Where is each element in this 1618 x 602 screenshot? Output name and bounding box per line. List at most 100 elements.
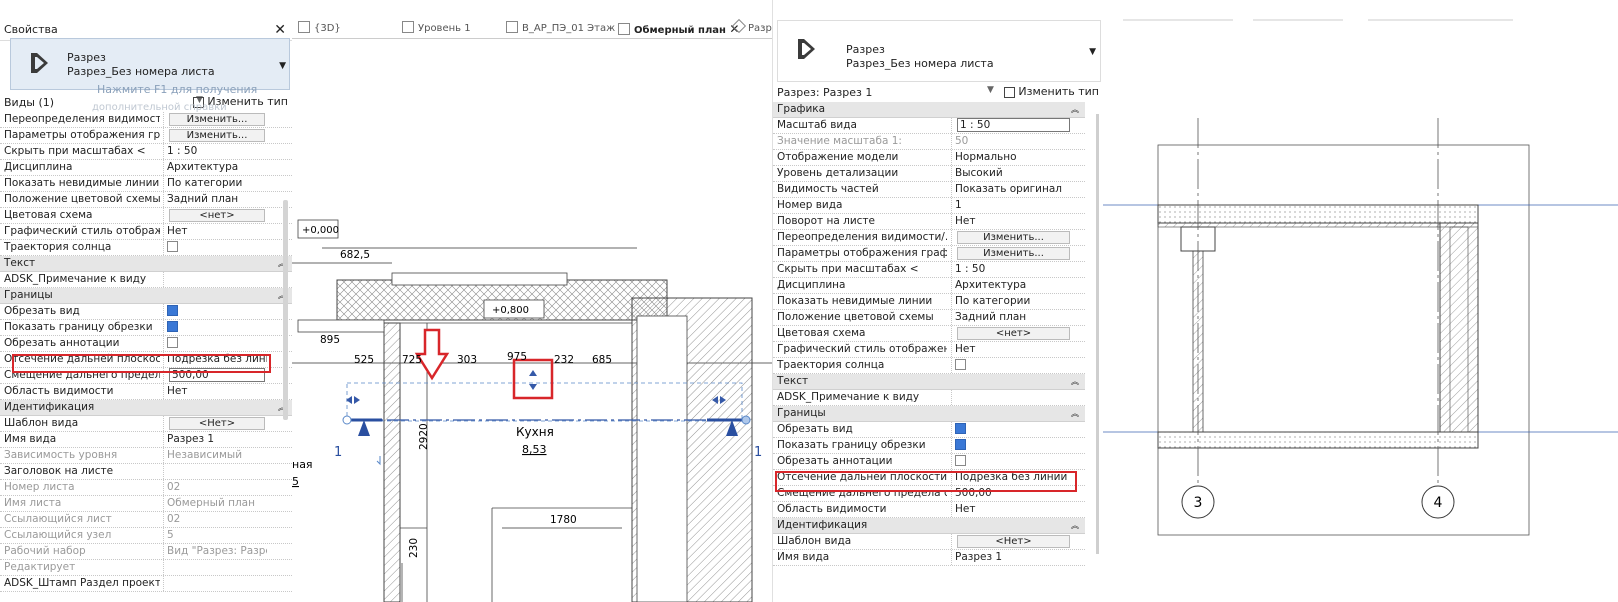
tab-level-1[interactable]: Уровень 1 <box>402 20 471 38</box>
tab-survey-plan[interactable]: Обмерный план ✕ <box>618 20 739 38</box>
property-row: Имя листа Обмерный план <box>0 496 292 512</box>
property-value[interactable] <box>163 576 267 591</box>
section-mark-left: 1 <box>334 445 342 460</box>
property-name: Уровень детализации <box>777 167 899 179</box>
property-value[interactable]: 02 <box>163 512 267 527</box>
category-header[interactable]: Границы ︽ <box>773 406 1085 422</box>
property-value[interactable]: По категории <box>951 294 1072 309</box>
panel-scrollbar[interactable] <box>1096 114 1099 554</box>
property-value[interactable]: Задний план <box>163 192 267 207</box>
property-value[interactable]: Разрез 1 <box>951 550 1072 565</box>
property-value[interactable]: 02 <box>163 480 267 495</box>
property-edit-button[interactable]: <Нет> <box>169 417 265 430</box>
type-selector[interactable]: Разрез Разрез_Без номера листа Нажмите F… <box>10 38 290 96</box>
tab-section[interactable]: Разр <box>731 18 772 38</box>
property-row: Ссылающийся лист 02 <box>0 512 292 528</box>
property-value[interactable]: Нет <box>951 502 1072 517</box>
property-checkbox[interactable] <box>955 454 966 466</box>
section-view-canvas[interactable]: 3 4 <box>1103 0 1618 602</box>
tab-floor-plan[interactable]: В_АР_ПЭ_01 Этаж <box>506 20 615 38</box>
section-end-grip[interactable] <box>342 415 352 425</box>
property-edit-button[interactable]: Изменить... <box>957 247 1070 260</box>
tab-3d[interactable]: {3D} <box>298 20 341 38</box>
property-value[interactable]: Нет <box>163 224 267 239</box>
property-edit-button[interactable]: <Нет> <box>957 535 1070 548</box>
property-value[interactable]: Нет <box>163 384 267 399</box>
property-row: Параметры отображения граф... Изменить... <box>0 128 292 144</box>
property-value[interactable]: Высокий <box>951 166 1072 181</box>
property-checkbox[interactable] <box>167 336 178 348</box>
property-value[interactable]: Нормально <box>951 150 1072 165</box>
property-value[interactable]: 50 <box>951 134 1072 149</box>
property-name: Переопределения видимости/... <box>4 113 160 125</box>
category-header[interactable]: Текст ︽ <box>0 256 292 272</box>
property-edit-button[interactable]: <нет> <box>957 327 1070 340</box>
chevron-down-icon[interactable]: ▼ <box>1089 47 1096 57</box>
chevron-down-icon[interactable]: ▼ <box>987 85 994 95</box>
edit-type-button[interactable]: Изменить тип <box>1004 85 1099 98</box>
property-value[interactable]: 1 : 50 <box>163 144 267 159</box>
property-edit-button[interactable]: Изменить... <box>957 231 1070 244</box>
section-end-grip[interactable] <box>741 415 751 425</box>
properties-title: Свойства <box>4 23 58 36</box>
property-value[interactable]: Вид "Разрез: Разрез 1" <box>163 544 267 559</box>
property-edit-button[interactable]: <нет> <box>169 209 265 222</box>
dim-303: 303 <box>457 354 477 366</box>
property-edit-button[interactable]: Изменить... <box>169 129 265 142</box>
views-filter[interactable]: Виды (1) <box>4 96 54 109</box>
property-value[interactable]: Обмерный план <box>163 496 267 511</box>
property-value[interactable]: 1 <box>951 198 1072 213</box>
property-value[interactable]: По категории <box>163 176 267 191</box>
property-input[interactable]: 1 : 50 <box>957 118 1070 132</box>
property-value[interactable]: Показать оригинал <box>951 182 1072 197</box>
property-name: Область видимости <box>4 385 114 397</box>
category-header[interactable]: Границы ︽ <box>0 288 292 304</box>
close-icon[interactable]: ✕ <box>274 20 286 40</box>
category-header[interactable]: Текст ︽ <box>773 374 1085 390</box>
views-filter[interactable]: Разрез: Разрез 1 <box>777 86 872 99</box>
property-name: Цветовая схема <box>777 327 866 339</box>
property-value[interactable]: Архитектура <box>951 278 1072 293</box>
collapse-icon[interactable]: ︽ <box>1071 518 1079 533</box>
property-value[interactable]: Нет <box>951 342 1072 357</box>
panel-scrollbar[interactable] <box>283 200 288 420</box>
property-value: Изменить... <box>951 246 1072 261</box>
property-value[interactable] <box>951 390 1072 405</box>
property-value[interactable] <box>163 560 267 575</box>
collapse-icon[interactable]: ︽ <box>1071 374 1079 389</box>
property-row: Переопределения видимости/... Изменить... <box>773 230 1085 246</box>
property-checkbox[interactable] <box>955 422 966 434</box>
chevron-down-icon[interactable]: ▼ <box>279 61 286 71</box>
property-row: Обрезать аннотации <box>0 336 292 352</box>
property-checkbox[interactable] <box>955 438 966 450</box>
property-edit-button[interactable]: Изменить... <box>169 113 265 126</box>
flip-arrow-icon[interactable] <box>346 396 360 404</box>
property-checkbox[interactable] <box>167 240 178 252</box>
property-value[interactable]: Разрез 1 <box>163 432 267 447</box>
property-value[interactable]: Задний план <box>951 310 1072 325</box>
properties-grid-right: Графика ︽ Масштаб вида 1 : 50 Значение масшт… <box>773 102 1085 566</box>
category-header[interactable]: Идентификация ︽ <box>773 518 1085 534</box>
property-name: Ссылающийся лист <box>4 513 112 525</box>
category-header[interactable]: Идентификация ︽ <box>0 400 292 416</box>
property-row: Скрыть при масштабах < 1 : 50 <box>773 262 1085 278</box>
type-selector[interactable]: Разрез Разрез_Без номера листа ▼ <box>777 20 1101 82</box>
property-name: Имя вида <box>777 551 830 563</box>
property-row: ADSK_Примечание к виду <box>773 390 1085 406</box>
property-value[interactable]: Нет <box>951 214 1072 229</box>
drag-grip-icon[interactable] <box>529 370 537 390</box>
collapse-icon[interactable]: ︽ <box>1071 102 1079 117</box>
property-value[interactable]: 1 : 50 <box>951 262 1072 277</box>
property-checkbox[interactable] <box>167 320 178 332</box>
property-value[interactable]: 5 <box>163 528 267 543</box>
plan-canvas[interactable]: +0,000 +0,800 682,5 895 525 725 303 975 … <box>292 38 772 602</box>
property-row: Редактирует <box>0 560 292 576</box>
property-value[interactable] <box>163 272 267 287</box>
property-value[interactable] <box>163 464 267 479</box>
property-value[interactable]: Независимый <box>163 448 267 463</box>
property-checkbox[interactable] <box>955 358 966 370</box>
collapse-icon[interactable]: ︽ <box>1071 406 1079 421</box>
property-value[interactable]: Архитектура <box>163 160 267 175</box>
property-checkbox[interactable] <box>167 304 178 316</box>
category-header[interactable]: Графика ︽ <box>773 102 1085 118</box>
